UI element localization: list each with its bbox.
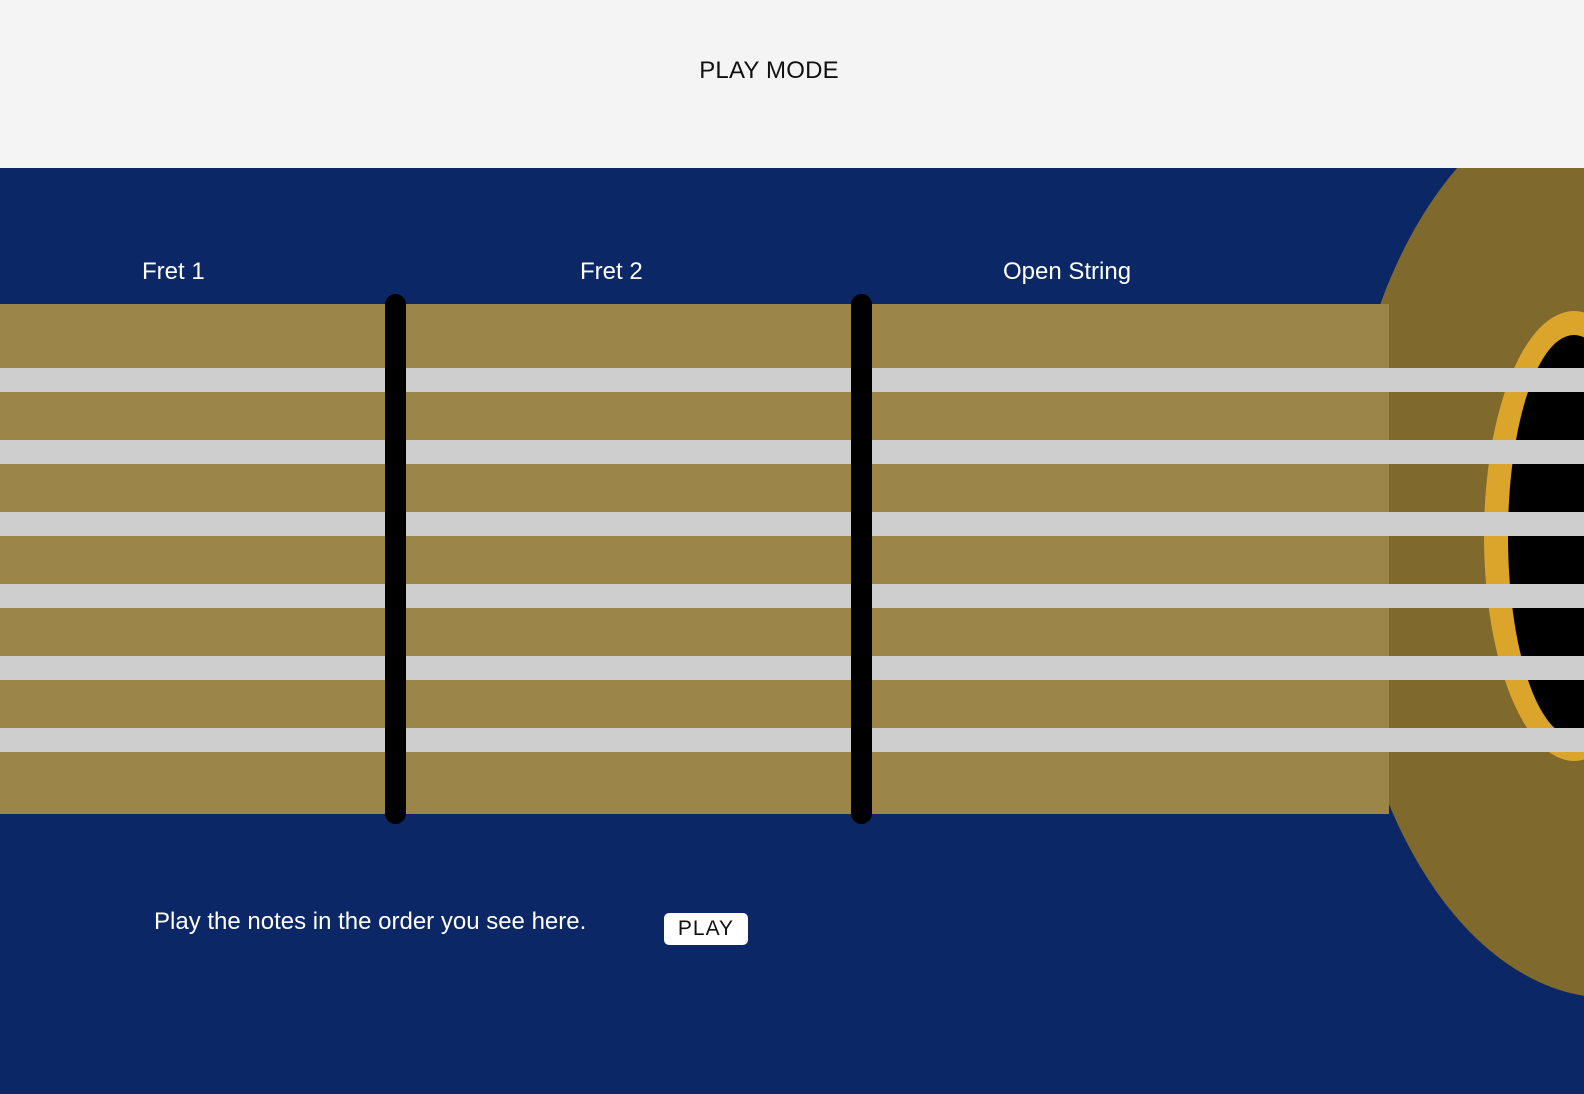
header: PLAY MODE — [0, 0, 1584, 168]
play-button[interactable]: PLAY — [664, 913, 748, 945]
string-6[interactable] — [0, 728, 1584, 752]
page-title: PLAY MODE — [699, 57, 839, 84]
string-5[interactable] — [0, 656, 1584, 680]
play-mode-page: PLAY MODE Fret 1 Fret 2 Open String Play… — [0, 0, 1584, 1094]
fret-bar-1 — [385, 294, 406, 824]
string-2[interactable] — [0, 440, 1584, 464]
fret-1-label: Fret 1 — [142, 258, 205, 285]
guitar-stage: Fret 1 Fret 2 Open String Play the notes… — [0, 168, 1584, 1094]
string-1[interactable] — [0, 368, 1584, 392]
string-4[interactable] — [0, 584, 1584, 608]
open-string-label: Open String — [1003, 258, 1132, 285]
string-3[interactable] — [0, 512, 1584, 536]
instructions-text: Play the notes in the order you see here… — [154, 908, 587, 935]
fret-bar-2 — [851, 294, 872, 824]
fret-2-label: Fret 2 — [580, 258, 643, 285]
